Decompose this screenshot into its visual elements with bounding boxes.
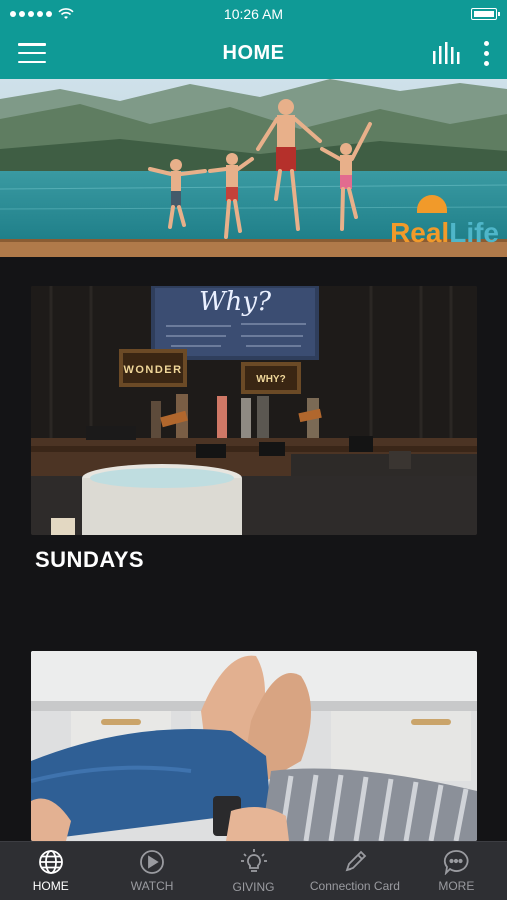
card-title: SUNDAYS [35,547,145,572]
nav-connection-card[interactable]: Connection Card [304,849,405,893]
lightbulb-icon [240,848,268,876]
nav-label: WATCH [130,879,174,893]
nav-more[interactable]: MORE [406,849,507,893]
more-options-icon[interactable] [484,40,489,66]
nav-giving[interactable]: GIVING [203,848,304,894]
bottom-navigation: HOME WATCH GIVING Connection Card MORE [0,841,507,900]
nav-label: GIVING [232,880,275,894]
nav-watch[interactable]: WATCH [101,849,202,893]
nav-label: HOME [32,879,69,893]
audio-bars-icon[interactable] [432,42,460,64]
app-header: HOME [0,27,507,79]
globe-icon [38,849,64,875]
status-time: 10:26 AM [223,5,284,22]
hero-banner[interactable]: RealLife [0,79,507,257]
play-icon [139,849,165,875]
menu-icon[interactable] [18,43,46,63]
nav-home[interactable]: HOME [0,849,101,893]
relaxing-feet-image [31,651,477,841]
nav-label: Connection Card [309,879,400,893]
status-bar: 10:26 AM [0,0,507,27]
nav-label: MORE [438,879,475,893]
sundays-card[interactable]: Why? WONDER WHY? SUNDAYS [31,286,477,573]
second-card[interactable] [31,651,477,841]
battery-icon [471,7,500,20]
wonder-sign: WONDER [123,364,182,376]
chat-bubble-icon [443,849,469,875]
reallife-logo: RealLife [390,217,499,248]
page-title: HOME [222,41,285,64]
sundays-image: Why? WONDER WHY? [31,286,477,535]
screen-text: Why? [199,287,272,317]
why-sign: WHY? [256,374,285,385]
pencil-icon [342,849,368,875]
